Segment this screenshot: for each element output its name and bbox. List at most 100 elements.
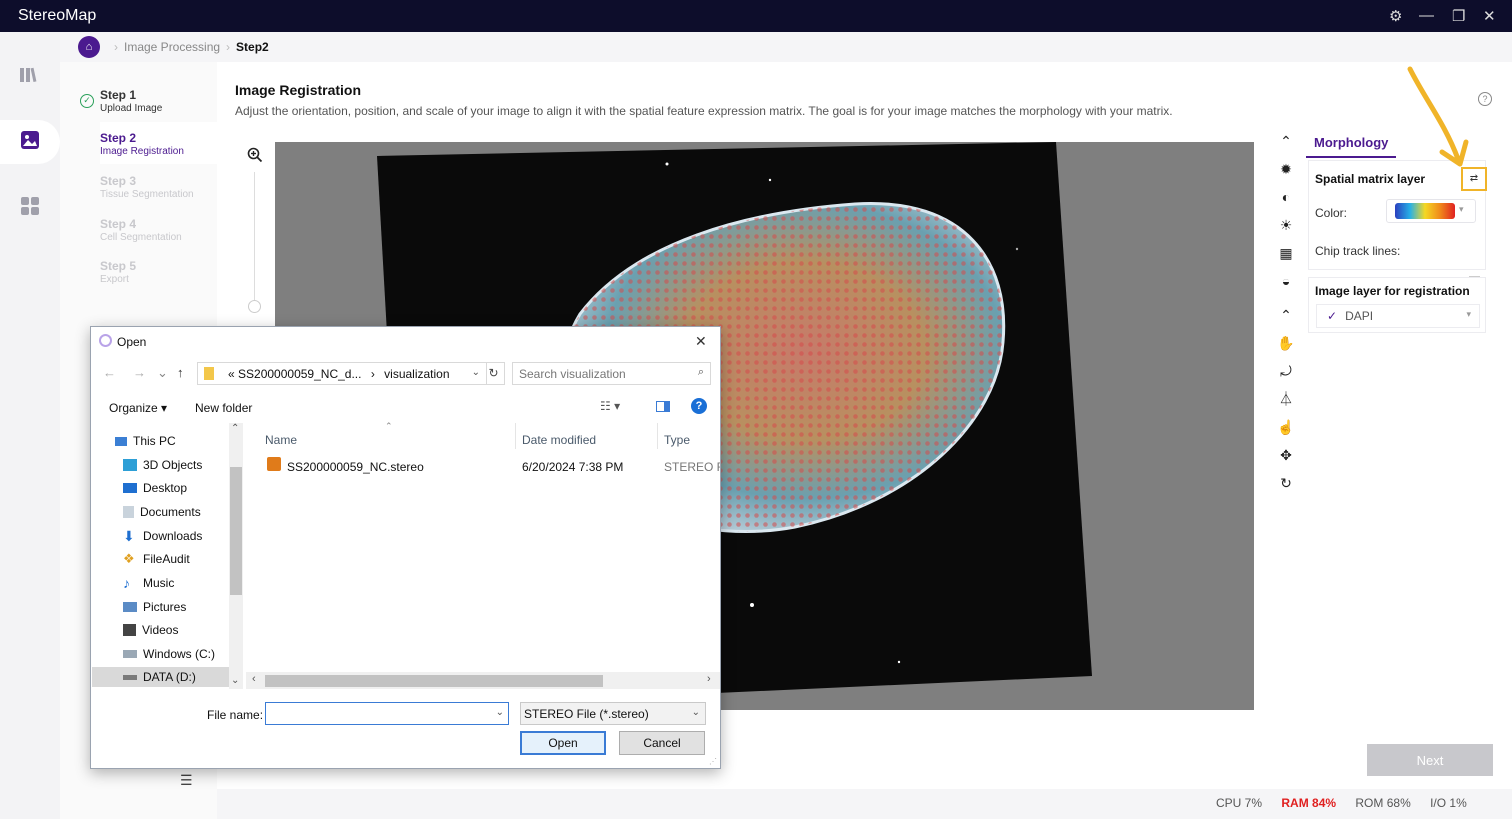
breadcrumb-image-processing[interactable]: Image Processing [124, 40, 220, 54]
next-button[interactable]: Next [1367, 744, 1493, 776]
collapse-up-icon[interactable]: ⌃ [1272, 130, 1300, 152]
scroll-up-icon[interactable]: ⌃ [231, 423, 239, 434]
breadcrumb: ⌂ › Image Processing › Step2 [78, 36, 269, 58]
app-title: StereoMap [18, 7, 97, 24]
nav-videos[interactable]: Videos [123, 620, 178, 640]
rotate-90-icon[interactable]: ⤾ [1272, 360, 1300, 382]
file-type-select[interactable]: STEREO File (*.stereo) ⌄ [520, 702, 706, 725]
column-separator[interactable] [515, 423, 516, 449]
file-row-name[interactable]: SS200000059_NC.stereo [287, 460, 424, 474]
home-icon[interactable]: ⌂ [78, 36, 100, 58]
column-date-modified[interactable]: Date modified [522, 433, 596, 447]
nav-data-d[interactable]: DATA (D:) [92, 667, 229, 687]
refresh-icon[interactable]: ↻ [483, 362, 505, 385]
chevron-down-icon[interactable]: ⌄ [496, 707, 504, 718]
horizontal-scrollbar[interactable]: ‹ › [246, 672, 720, 689]
nav-music[interactable]: ♪ Music [123, 573, 174, 593]
up-icon[interactable]: ↑ [177, 365, 184, 380]
forward-icon[interactable]: → [133, 365, 146, 380]
chevron-down-icon[interactable]: ⌄ [472, 367, 480, 378]
settings-icon[interactable]: ⚙ [1389, 7, 1402, 25]
step-4: Step 4 Cell Segmentation [100, 217, 182, 243]
column-type[interactable]: Type [664, 433, 690, 447]
step-5: Step 5 Export [100, 259, 136, 285]
nav-label: Videos [142, 623, 179, 637]
search-placeholder: Search visualization [519, 367, 626, 381]
chevron-down-icon: ▾ [1466, 309, 1471, 319]
back-icon[interactable]: ← [103, 365, 116, 380]
download-arrow-icon: ⬇ [123, 527, 135, 544]
path-parent[interactable]: SS200000059_NC_d... [238, 367, 361, 381]
minimize-icon[interactable]: — [1419, 7, 1434, 24]
dialog-logo-icon [99, 334, 112, 347]
collapse-up-icon-2[interactable]: ⌃ [1272, 304, 1300, 326]
open-button[interactable]: Open [520, 731, 606, 755]
path-overflow: « [228, 367, 235, 381]
path-separator: › [370, 367, 375, 381]
scroll-thumb[interactable] [265, 675, 603, 687]
step-subtitle: Tissue Segmentation [100, 189, 194, 200]
recent-chevron-icon[interactable]: ⌄ [157, 365, 168, 381]
column-name[interactable]: Name [265, 433, 297, 447]
step-title: Step 2 [100, 131, 137, 145]
close-icon[interactable]: ✕ [695, 333, 707, 350]
nav-3d-objects[interactable]: 3D Objects [123, 455, 202, 475]
nav-pictures[interactable]: Pictures [123, 597, 186, 617]
library-icon[interactable] [17, 66, 43, 92]
move-icon[interactable]: ✥ [1272, 444, 1300, 466]
zoom-slider-handle[interactable] [248, 300, 261, 313]
cancel-button[interactable]: Cancel [619, 731, 705, 755]
contrast-icon[interactable]: ◐ [1272, 186, 1300, 208]
select-point-icon[interactable]: ☝ [1272, 416, 1300, 438]
nav-documents[interactable]: Documents [123, 502, 201, 522]
tab-morphology[interactable]: Morphology [1306, 130, 1396, 156]
color-gradient [1395, 203, 1455, 219]
nav-desktop[interactable]: Desktop [123, 478, 187, 498]
title-bar: StereoMap ⚙ — ❐ ✕ [0, 0, 1512, 32]
help-icon[interactable]: ? [691, 398, 707, 414]
step-2[interactable]: Step 2 Image Registration [100, 131, 184, 157]
column-separator[interactable] [657, 423, 658, 449]
new-folder-button[interactable]: New folder [195, 401, 252, 415]
annotation-arrow-icon [1407, 66, 1469, 167]
image-layer-select[interactable]: ✓ DAPI ▾ [1316, 304, 1480, 328]
image-processing-icon[interactable] [17, 130, 43, 156]
collapse-menu-icon[interactable]: ☰ [180, 772, 193, 789]
reset-icon[interactable]: ↻ [1272, 472, 1300, 494]
pan-hand-icon[interactable]: ✋ [1272, 332, 1300, 354]
opacity-drop-icon[interactable]: ◒ [1272, 270, 1300, 292]
chip-track-label: Chip track lines: [1315, 244, 1401, 258]
brightness-icon[interactable]: ☀ [1272, 214, 1300, 236]
restore-icon[interactable]: ❐ [1452, 7, 1465, 25]
apps-icon[interactable] [17, 196, 43, 222]
scroll-left-icon[interactable]: ‹ [252, 673, 256, 685]
file-name-label: File name: [207, 708, 264, 722]
path-current[interactable]: visualization [384, 367, 449, 381]
preview-pane-icon[interactable] [656, 401, 670, 412]
nav-windows-c[interactable]: Windows (C:) [123, 644, 215, 664]
gear-adjust-icon[interactable]: ✹ [1272, 158, 1300, 180]
check-icon: ✓ [1327, 309, 1338, 323]
organize-button[interactable]: Organize ▾ [109, 401, 167, 415]
nav-this-pc[interactable]: This PC [115, 431, 176, 451]
view-options-icon[interactable]: ☷ ▾ [600, 399, 620, 413]
zoom-in-icon[interactable] [247, 147, 263, 168]
search-input[interactable]: Search visualization ⌕ [512, 362, 711, 385]
file-name-input[interactable]: ⌄ [265, 702, 509, 725]
flip-icon[interactable]: ⏃ [1272, 388, 1300, 410]
nav-fileaudit[interactable]: ❖ FileAudit [123, 549, 190, 569]
search-icon: ⌕ [697, 366, 704, 378]
close-icon[interactable]: ✕ [1483, 7, 1496, 25]
step-1[interactable]: Step 1 Upload Image [100, 88, 162, 114]
computer-icon [115, 436, 127, 446]
nav-downloads[interactable]: ⬇ Downloads [123, 526, 202, 546]
nav-scrollbar[interactable]: ⌃ ⌄ [229, 423, 243, 689]
scroll-right-icon[interactable]: › [707, 673, 711, 685]
resize-grip-icon[interactable]: ⋰ [709, 757, 717, 766]
address-bar[interactable]: « SS200000059_NC_d... › visualization ⌄ [197, 362, 487, 385]
help-icon[interactable]: ? [1478, 92, 1492, 106]
scroll-down-icon[interactable]: ⌄ [231, 675, 239, 686]
scroll-thumb[interactable] [230, 467, 242, 595]
checker-icon[interactable]: ▦ [1272, 242, 1300, 264]
zoom-slider[interactable] [254, 172, 255, 304]
